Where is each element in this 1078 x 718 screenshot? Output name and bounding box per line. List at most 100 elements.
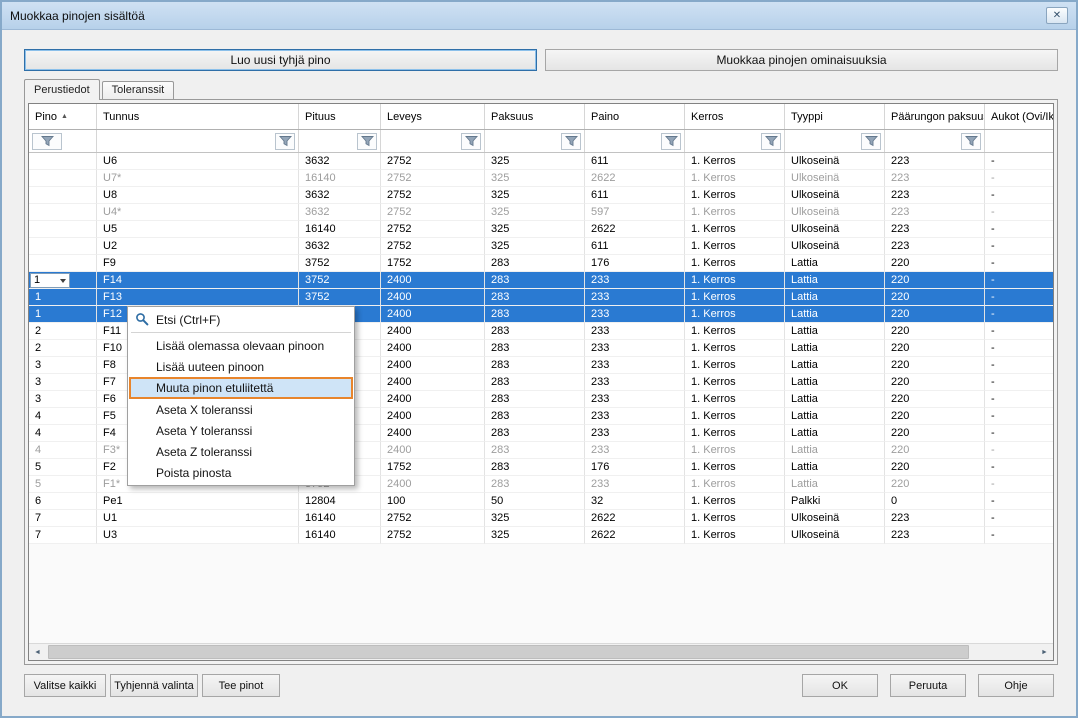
filter-button[interactable] [32, 133, 62, 150]
table-cell: - [985, 255, 1054, 272]
filter-button[interactable] [357, 133, 377, 150]
scroll-right-arrow-icon[interactable]: ► [1036, 644, 1053, 660]
table-cell: U3 [97, 527, 299, 544]
table-cell [29, 187, 97, 204]
make-piles-button[interactable]: Tee pinot [202, 674, 280, 697]
table-cell: 1. Kerros [685, 425, 785, 442]
filter-cell [885, 130, 985, 152]
tab-perustiedot[interactable]: Perustiedot [24, 79, 100, 100]
scrollbar-track[interactable] [46, 644, 1036, 660]
table-cell: 2400 [381, 357, 485, 374]
context-menu-item-label: Poista pinosta [156, 466, 231, 480]
table-cell: 2752 [381, 153, 485, 170]
filter-button[interactable] [561, 133, 581, 150]
table-row[interactable]: U8363227523256111. KerrosUlkoseinä223- [29, 187, 1053, 204]
table-cell: Lattia [785, 442, 885, 459]
table-row[interactable]: 1F13375224002832331. KerrosLattia220- [29, 289, 1053, 306]
table-cell: - [985, 204, 1054, 221]
close-icon: ✕ [1053, 10, 1061, 21]
table-row[interactable]: 1F14375224002832331. KerrosLattia220- [29, 272, 1053, 289]
filter-button[interactable] [275, 133, 295, 150]
clear-selection-button[interactable]: Tyhjennä valinta [110, 674, 198, 697]
table-cell: 223 [885, 510, 985, 527]
table-cell: U4* [97, 204, 299, 221]
filter-button[interactable] [861, 133, 881, 150]
table-cell: 3632 [299, 238, 381, 255]
table-row[interactable]: U6363227523256111. KerrosUlkoseinä223- [29, 153, 1053, 170]
tab-toleranssit[interactable]: Toleranssit [102, 81, 175, 100]
column-header[interactable]: Paino [585, 104, 685, 129]
table-cell [29, 255, 97, 272]
table-row[interactable]: 7U316140275232526221. KerrosUlkoseinä223… [29, 527, 1053, 544]
table-row[interactable]: U2363227523256111. KerrosUlkoseinä223- [29, 238, 1053, 255]
context-menu-item[interactable]: Lisää olemassa olevaan pinoon [129, 335, 353, 356]
table-cell: 2 [29, 340, 97, 357]
table-cell: F9 [97, 255, 299, 272]
column-header[interactable]: Päärungon paksuus [885, 104, 985, 129]
table-cell: U7* [97, 170, 299, 187]
table-cell: - [985, 340, 1054, 357]
table-row[interactable]: U516140275232526221. KerrosUlkoseinä223- [29, 221, 1053, 238]
table-cell: U2 [97, 238, 299, 255]
table-cell: 233 [585, 340, 685, 357]
filter-cell [485, 130, 585, 152]
table-cell: 233 [585, 323, 685, 340]
filter-funnel-icon [765, 135, 778, 147]
column-header[interactable]: Pituus [299, 104, 381, 129]
table-cell [29, 221, 97, 238]
column-header[interactable]: Pino▲ [29, 104, 97, 129]
create-empty-pile-button[interactable]: Luo uusi tyhjä pino [24, 49, 537, 71]
filter-button[interactable] [461, 133, 481, 150]
table-cell: 1752 [381, 255, 485, 272]
help-button[interactable]: Ohje [978, 674, 1054, 697]
edit-pile-properties-button[interactable]: Muokkaa pinojen ominaisuuksia [545, 49, 1058, 71]
select-all-button[interactable]: Valitse kaikki [24, 674, 106, 697]
context-menu-item[interactable]: Poista pinosta [129, 462, 353, 483]
context-menu-item[interactable]: Aseta X toleranssi [129, 399, 353, 420]
horizontal-scrollbar[interactable]: ◄ ► [29, 643, 1053, 660]
table-row[interactable]: U4*363227523255971. KerrosUlkoseinä223- [29, 204, 1053, 221]
context-menu-item[interactable]: Lisää uuteen pinoon [129, 356, 353, 377]
column-header[interactable]: Tyyppi [785, 104, 885, 129]
context-menu-item[interactable]: Muuta pinon etuliitettä [129, 377, 353, 399]
scroll-left-arrow-icon[interactable]: ◄ [29, 644, 46, 660]
column-header[interactable]: Tunnus [97, 104, 299, 129]
column-header[interactable]: Leveys [381, 104, 485, 129]
table-row[interactable]: 6Pe11280410050321. KerrosPalkki0- [29, 493, 1053, 510]
table-cell: 1. Kerros [685, 408, 785, 425]
filter-cell [29, 130, 97, 152]
table-row[interactable]: U7*16140275232526221. KerrosUlkoseinä223… [29, 170, 1053, 187]
table-cell: 1 [29, 272, 97, 289]
column-header[interactable]: Aukot (Ovi/Ikkuna/A [985, 104, 1053, 129]
table-cell: 1. Kerros [685, 221, 785, 238]
context-menu-item[interactable]: Etsi (Ctrl+F) [129, 309, 353, 330]
context-menu-item[interactable]: Aseta Y toleranssi [129, 420, 353, 441]
filter-button[interactable] [961, 133, 981, 150]
cancel-button[interactable]: Peruuta [890, 674, 966, 697]
filter-button[interactable] [761, 133, 781, 150]
table-cell: 16140 [299, 170, 381, 187]
table-cell: 0 [885, 493, 985, 510]
table-cell: 2 [29, 323, 97, 340]
table-cell: 2752 [381, 238, 485, 255]
table-cell: - [985, 476, 1054, 493]
table-cell: 2622 [585, 527, 685, 544]
column-header[interactable]: Kerros [685, 104, 785, 129]
pino-combobox[interactable]: 1 [30, 273, 70, 288]
table-cell: 233 [585, 289, 685, 306]
table-row[interactable]: 7U116140275232526221. KerrosUlkoseinä223… [29, 510, 1053, 527]
scrollbar-thumb[interactable] [48, 645, 969, 659]
filter-funnel-icon [41, 135, 54, 147]
filter-button[interactable] [661, 133, 681, 150]
table-cell: 223 [885, 221, 985, 238]
table-cell: - [985, 459, 1054, 476]
table-cell: 1. Kerros [685, 374, 785, 391]
table-cell: 2752 [381, 221, 485, 238]
context-menu-item[interactable]: Aseta Z toleranssi [129, 441, 353, 462]
table-cell: 1. Kerros [685, 153, 785, 170]
column-header[interactable]: Paksuus [485, 104, 585, 129]
table-cell: Ulkoseinä [785, 170, 885, 187]
table-row[interactable]: F9375217522831761. KerrosLattia220- [29, 255, 1053, 272]
close-button[interactable]: ✕ [1046, 7, 1068, 24]
ok-button[interactable]: OK [802, 674, 878, 697]
